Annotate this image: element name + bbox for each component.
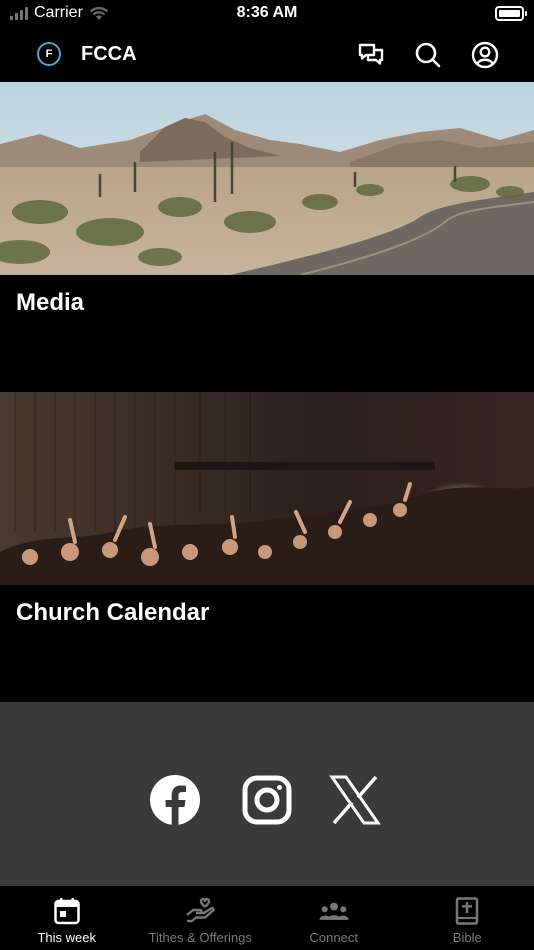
social-links bbox=[0, 702, 534, 886]
status-time: 8:36 AM bbox=[236, 4, 298, 21]
group-icon bbox=[319, 896, 349, 926]
tab-this-week[interactable]: This week bbox=[0, 886, 134, 950]
app-logo[interactable]: F bbox=[37, 42, 61, 66]
instagram-icon[interactable] bbox=[241, 774, 293, 826]
tab-tithes-offerings[interactable]: Tithes & Offerings bbox=[134, 886, 268, 950]
giving-hand-icon bbox=[185, 896, 215, 926]
tab-tithes-offerings-label: Tithes & Offerings bbox=[148, 930, 252, 945]
calendar-icon bbox=[52, 896, 82, 926]
media-card-title: Media bbox=[16, 289, 85, 316]
app-title: FCCA bbox=[81, 43, 137, 65]
church-calendar-card-title: Church Calendar bbox=[16, 599, 210, 626]
tab-this-week-label: This week bbox=[37, 930, 97, 945]
profile-icon[interactable] bbox=[470, 40, 500, 70]
facebook-icon[interactable] bbox=[149, 774, 201, 826]
church-calendar-card[interactable]: Church Calendar bbox=[0, 392, 534, 702]
bible-icon bbox=[452, 896, 482, 926]
search-icon[interactable] bbox=[413, 40, 443, 70]
tab-bible-label: Bible bbox=[452, 930, 482, 945]
chat-icon[interactable] bbox=[356, 40, 386, 70]
worship-crowd-image bbox=[0, 392, 534, 585]
battery-icon bbox=[495, 6, 527, 21]
x-icon[interactable] bbox=[329, 774, 381, 826]
desert-road-image bbox=[0, 82, 534, 275]
tab-connect[interactable]: Connect bbox=[267, 886, 401, 950]
tab-connect-label: Connect bbox=[309, 930, 358, 945]
media-card[interactable]: Media bbox=[0, 82, 534, 392]
nav-bar: F FCCA bbox=[0, 28, 534, 82]
tab-bar: This week Tithes & Offerings Connect Bib… bbox=[0, 886, 534, 950]
status-bar: Carrier 8:36 AM bbox=[0, 0, 534, 28]
tab-bible[interactable]: Bible bbox=[401, 886, 534, 950]
